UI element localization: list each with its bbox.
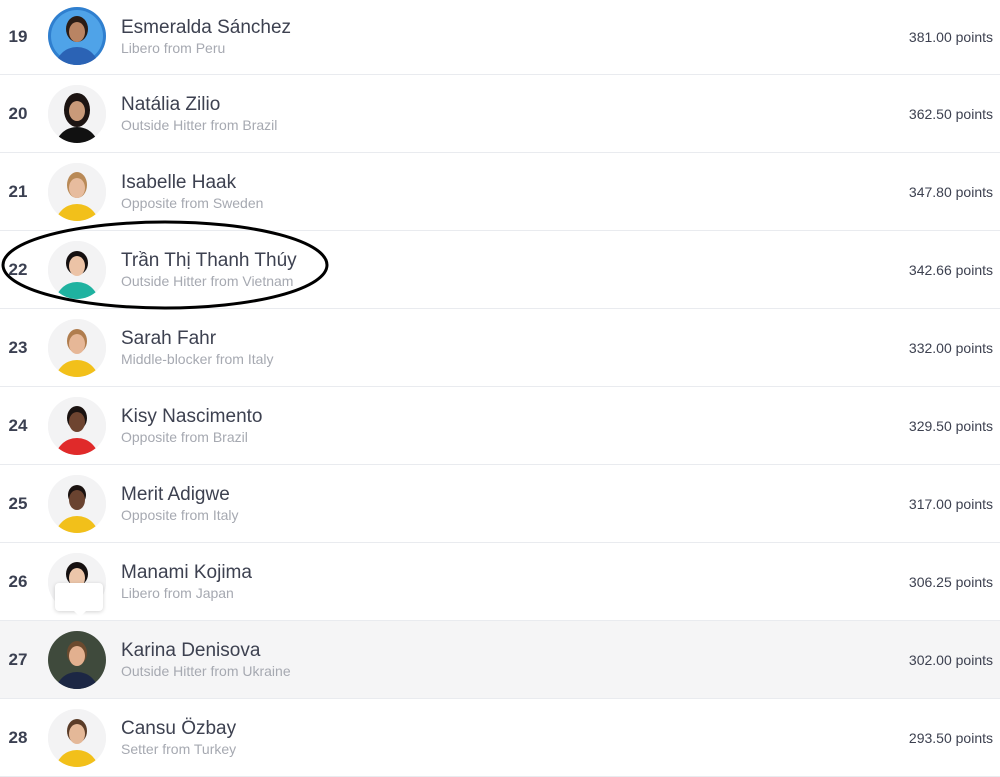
ranking-row[interactable]: 28 Cansu Özbay Setter from Turkey 293.50…	[0, 699, 1000, 777]
rank-number: 22	[8, 259, 28, 279]
rank-number: 27	[8, 649, 28, 669]
ranking-row[interactable]: 20 Natália Zilio Outside Hitter from Bra…	[0, 75, 1000, 153]
player-name[interactable]: Merit Adigwe	[121, 484, 239, 506]
rank-number: 23	[8, 337, 28, 357]
player-info: Natália Zilio Outside Hitter from Brazil	[121, 94, 277, 134]
player-position-country: Opposite from Brazil	[121, 428, 248, 445]
ranking-row[interactable]: 26 Manami Kojima Libero from Japan 306.2…	[0, 543, 1000, 621]
player-info: Trần Thị Thanh Thúy Outside Hitter from …	[121, 250, 297, 290]
player-position-country: Setter from Turkey	[121, 740, 237, 757]
player-info: Kisy Nascimento Opposite from Brazil	[121, 406, 263, 446]
ranking-row[interactable]: 25 Merit Adigwe Opposite from Italy 317.…	[0, 465, 1000, 543]
player-position-country: Libero from Japan	[121, 584, 234, 601]
player-info: Manami Kojima Libero from Japan	[121, 562, 252, 602]
ranking-row[interactable]: 24 Kisy Nascimento Opposite from Brazil …	[0, 387, 1000, 465]
player-points: 293.50 points	[908, 729, 993, 746]
rank-number: 20	[8, 103, 28, 123]
player-info: Esmeralda Sánchez Libero from Peru	[121, 17, 291, 57]
player-ranking-list: 19 Esmeralda Sánchez Libero from Peru 38…	[0, 0, 1000, 777]
player-avatar[interactable]	[48, 708, 106, 767]
player-name[interactable]: Esmeralda Sánchez	[121, 17, 291, 39]
player-name[interactable]: Karina Denisova	[121, 640, 291, 662]
player-points: 342.66 points	[908, 261, 993, 278]
rank-number: 24	[8, 415, 28, 435]
player-avatar[interactable]	[48, 7, 106, 65]
player-points: 381.00 points	[908, 29, 993, 45]
player-avatar[interactable]	[48, 630, 106, 689]
player-position-country: Libero from Peru	[121, 40, 226, 56]
rank-number: 26	[8, 571, 28, 591]
player-position-country: Outside Hitter from Ukraine	[121, 662, 291, 679]
player-avatar[interactable]	[48, 474, 106, 533]
player-name[interactable]: Trần Thị Thanh Thúy	[121, 250, 297, 272]
player-points: 329.50 points	[908, 417, 993, 434]
rank-number: 28	[8, 727, 28, 747]
player-name[interactable]: Manami Kojima	[121, 562, 252, 584]
player-name[interactable]: Sarah Fahr	[121, 328, 274, 350]
player-points: 347.80 points	[908, 183, 993, 200]
player-info: Karina Denisova Outside Hitter from Ukra…	[121, 640, 291, 680]
player-info: Sarah Fahr Middle-blocker from Italy	[121, 328, 274, 368]
player-avatar[interactable]	[48, 318, 106, 377]
player-points: 306.25 points	[908, 573, 993, 590]
ranking-row[interactable]: 22 Trần Thị Thanh Thúy Outside Hitter fr…	[0, 231, 1000, 309]
player-points: 362.50 points	[908, 105, 993, 122]
player-info: Isabelle Haak Opposite from Sweden	[121, 172, 263, 212]
player-avatar[interactable]	[48, 162, 106, 221]
player-info: Merit Adigwe Opposite from Italy	[121, 484, 239, 524]
player-name[interactable]: Natália Zilio	[121, 94, 277, 116]
rank-number: 19	[8, 27, 28, 46]
rank-number: 25	[8, 493, 28, 513]
player-position-country: Opposite from Sweden	[121, 194, 264, 211]
player-avatar[interactable]	[48, 240, 106, 299]
player-points: 317.00 points	[908, 495, 993, 512]
player-avatar[interactable]	[48, 84, 106, 143]
ranking-row[interactable]: 27 Karina Denisova Outside Hitter from U…	[0, 621, 1000, 699]
ranking-row[interactable]: 21 Isabelle Haak Opposite from Sweden 34…	[0, 153, 1000, 231]
player-name[interactable]: Cansu Özbay	[121, 718, 236, 740]
player-info: Cansu Özbay Setter from Turkey	[121, 718, 236, 758]
player-avatar[interactable]	[48, 396, 106, 455]
player-points: 332.00 points	[908, 339, 993, 356]
ranking-row[interactable]: 19 Esmeralda Sánchez Libero from Peru 38…	[0, 0, 1000, 75]
player-position-country: Outside Hitter from Brazil	[121, 116, 278, 133]
rank-number: 21	[8, 181, 28, 201]
player-position-country: Opposite from Italy	[121, 506, 239, 523]
ranking-row[interactable]: 23 Sarah Fahr Middle-blocker from Italy …	[0, 309, 1000, 387]
player-position-country: Outside Hitter from Vietnam	[121, 272, 294, 289]
player-position-country: Middle-blocker from Italy	[121, 350, 274, 367]
hover-tooltip	[55, 583, 103, 617]
player-points: 302.00 points	[908, 651, 993, 668]
player-name[interactable]: Isabelle Haak	[121, 172, 263, 194]
player-name[interactable]: Kisy Nascimento	[121, 406, 263, 428]
